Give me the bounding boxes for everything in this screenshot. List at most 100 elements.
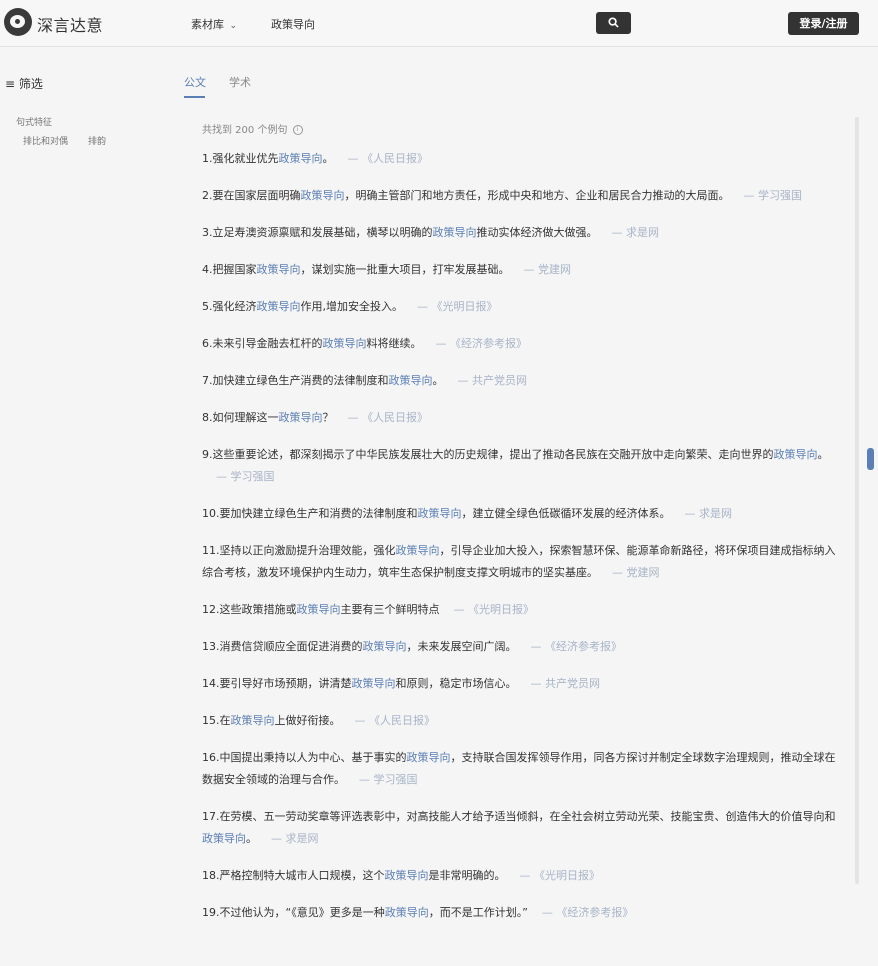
result-source[interactable]: — 求是网 [685,507,733,520]
keyword-highlight[interactable]: 政策导向 [297,603,341,616]
result-count-text: 共找到 200 个例句 [202,125,288,136]
result-text: 主要有三个鲜明特点 [340,603,440,616]
result-text: 4.把握国家 [202,263,257,276]
result-text: 。 [322,152,334,165]
result-item: 15.在政策导向上做好衔接。 — 《人民日报》 [202,710,838,732]
result-item: 3.立足寿澳资源禀赋和发展基础，横琴以明确的政策导向推动实体经济做大做强。 — 求… [202,222,838,244]
result-item: 2.要在国家层面明确政策导向，明确主管部门和地方责任，形成中央和地方、企业和居民… [202,185,838,207]
nav-library-label: 素材库 [191,18,224,31]
keyword-highlight[interactable]: 政策导向 [396,544,440,557]
result-item: 5.强化经济政策导向作用,增加安全投入。 — 《光明日报》 [202,296,838,318]
keyword-highlight[interactable]: 政策导向 [231,714,275,727]
tab-xueshu[interactable]: 学术 [229,74,251,90]
result-source[interactable]: — 《经济参考报》 [542,906,634,919]
result-text: 5.强化经济 [202,300,257,313]
result-text: 9.这些重要论述，都深刻揭示了中华民族发展壮大的历史规律，提出了推动各民族在交融… [202,448,774,461]
keyword-highlight[interactable]: 政策导向 [389,374,433,387]
result-text: 8.如何理解这一 [202,411,279,424]
info-icon[interactable]: i [292,125,303,135]
result-item: 4.把握国家政策导向，谋划实施一批重大项目，打牢发展基础。 — 党建网 [202,259,838,281]
result-item: 17.在劳模、五一劳动奖章等评选表彰中，对高技能人才给予适当倾斜，在全社会树立劳… [202,806,838,850]
keyword-highlight[interactable]: 政策导向 [202,832,246,845]
result-text: ？ [322,411,334,424]
result-source[interactable]: — 《人民日报》 [348,152,429,165]
keyword-highlight[interactable]: 政策导向 [301,189,345,202]
result-source[interactable]: — 党建网 [612,566,660,579]
keyword-highlight[interactable]: 政策导向 [323,337,367,350]
keyword-highlight[interactable]: 政策导向 [385,906,429,919]
result-item: 14.要引导好市场预期，讲清楚政策导向和原则，稳定市场信心。 — 共产党员网 [202,673,838,695]
result-text: 7.加快建立绿色生产消费的法律制度和 [202,374,389,387]
result-item: 12.这些政策措施或政策导向主要有三个鲜明特点 — 《光明日报》 [202,599,838,621]
filter-option[interactable]: 排韵 [88,134,106,147]
keyword-highlight[interactable]: 政策导向 [407,751,451,764]
tab-gongwen[interactable]: 公文 [184,74,206,90]
result-source[interactable]: — 党建网 [524,263,572,276]
result-count: 共找到 200 个例句 i [202,121,303,136]
result-source[interactable]: — 《光明日报》 [454,603,535,616]
result-item: 13.消费信贷顺应全面促进消费的政策导向，未来发展空间广阔。 — 《经济参考报》 [202,636,838,658]
result-source[interactable]: — 《人民日报》 [348,411,429,424]
result-source[interactable]: — 共产党员网 [531,677,601,690]
result-item: 11.坚持以正向激励提升治理效能，强化政策导向，引导企业加大投入，探索智慧环保、… [202,540,838,584]
result-source[interactable]: — 《经济参考报》 [436,337,528,350]
brand-name[interactable]: 深言达意 [37,12,103,36]
keyword-highlight[interactable]: 政策导向 [257,263,301,276]
filter-title-label: 筛选 [18,77,43,91]
logo-icon[interactable] [4,8,32,36]
keyword-highlight[interactable]: 政策导向 [363,640,407,653]
result-text: 13.消费信贷顺应全面促进消费的 [202,640,363,653]
keyword-highlight[interactable]: 政策导向 [433,226,477,239]
keyword-highlight[interactable]: 政策导向 [279,152,323,165]
keyword-highlight[interactable]: 政策导向 [418,507,462,520]
result-item: 19.不过他认为，“《意见》更多是一种政策导向，而不是工作计划。” — 《经济参考… [202,902,838,924]
result-source[interactable]: — 学习强国 [359,773,418,786]
keyword-highlight[interactable]: 政策导向 [279,411,323,424]
result-text: ，而不是工作计划。” [428,906,528,919]
chevron-down-icon: ⌄ [229,21,238,31]
search-button[interactable] [596,12,631,34]
result-text: 。 [246,832,257,845]
result-item: 10.要加快建立绿色生产和消费的法律制度和政策导向，建立健全绿色低碳循环发展的经… [202,503,838,525]
result-item: 1.强化就业优先政策导向。 — 《人民日报》 [202,148,838,170]
result-text: 16.中国提出秉持以人为中心、基于事实的 [202,751,407,764]
result-source[interactable]: — 学习强国 [744,189,803,202]
result-source[interactable]: — 《经济参考报》 [531,640,623,653]
result-source[interactable]: — 求是网 [612,226,660,239]
result-text: 。 [817,448,829,461]
filter-group-label: 句式特征 [16,118,53,128]
result-text: 料将继续。 [366,337,422,350]
result-source[interactable]: — 《光明日报》 [520,869,601,882]
filter-title[interactable]: ≡ 筛选 [5,75,43,92]
active-tab-indicator [184,96,205,98]
result-text: 推动实体经济做大做强。 [476,226,598,239]
result-item: 16.中国提出秉持以人为中心、基于事实的政策导向，支持联合国发挥领导作用，同各方… [202,747,838,791]
result-item: 18.严格控制特大城市人口规模，这个政策导向是非常明确的。 — 《光明日报》 [202,865,838,887]
keyword-highlight[interactable]: 政策导向 [352,677,396,690]
nav-library[interactable]: 素材库 ⌄ [191,16,237,32]
result-source[interactable]: — 《人民日报》 [355,714,436,727]
result-source[interactable]: — 求是网 [271,832,319,845]
result-text: 3.立足寿澳资源禀赋和发展基础，横琴以明确的 [202,226,433,239]
scrollbar-track[interactable] [855,117,859,884]
scrollbar-thumb[interactable] [867,448,874,470]
result-source[interactable]: — 《光明日报》 [417,300,498,313]
keyword-highlight[interactable]: 政策导向 [774,448,818,461]
result-text: 19.不过他认为，“《意见》更多是一种 [202,906,385,919]
result-text: 15.在 [202,714,231,727]
nav-policy[interactable]: 政策导向 [271,16,315,32]
filter-option[interactable]: 排比和对偶 [23,134,68,147]
result-item: 9.这些重要论述，都深刻揭示了中华民族发展壮大的历史规律，提出了推动各民族在交融… [202,444,838,488]
result-text: 1.强化就业优先 [202,152,279,165]
result-text: ，未来发展空间广阔。 [406,640,517,653]
result-text: 11.坚持以正向激励提升治理效能，强化 [202,544,396,557]
result-text: 上做好衔接。 [274,714,341,727]
keyword-highlight[interactable]: 政策导向 [257,300,301,313]
top-header: 深言达意 素材库 ⌄ 政策导向 登录/注册 [0,0,878,47]
result-source[interactable]: — 共产党员网 [458,374,528,387]
result-item: 6.未来引导金融去杠杆的政策导向料将继续。 — 《经济参考报》 [202,333,838,355]
result-item: 7.加快建立绿色生产消费的法律制度和政策导向。 — 共产党员网 [202,370,838,392]
login-button[interactable]: 登录/注册 [788,12,859,35]
keyword-highlight[interactable]: 政策导向 [385,869,429,882]
result-source[interactable]: — 学习强国 [216,470,275,483]
